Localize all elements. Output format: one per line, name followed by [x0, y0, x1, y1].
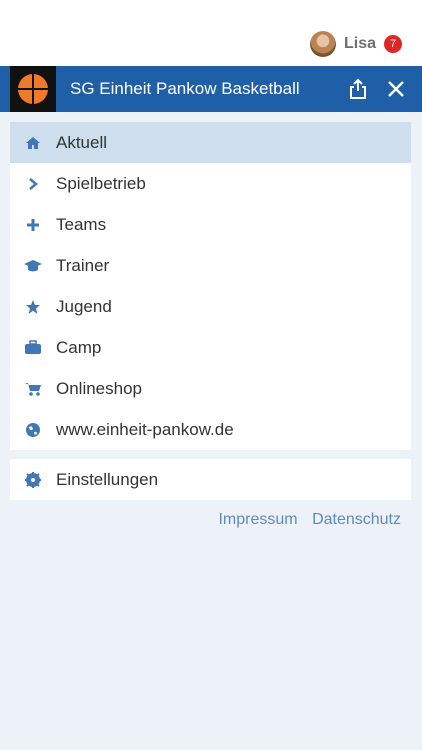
menu-item-trainer[interactable]: Trainer: [10, 245, 411, 286]
gear-icon: [10, 471, 56, 488]
briefcase-icon: [10, 340, 56, 355]
settings-item[interactable]: Einstellungen: [10, 459, 411, 500]
star-icon: [10, 299, 56, 315]
menu-label: www.einheit-pankow.de: [56, 419, 234, 439]
navigation-menu: Aktuell Spielbetrieb Teams Trainer Jugen…: [10, 122, 411, 450]
notification-badge[interactable]: 7: [384, 35, 402, 53]
graduation-cap-icon: [10, 259, 56, 273]
menu-label: Trainer: [56, 255, 110, 275]
impressum-link[interactable]: Impressum: [218, 511, 297, 528]
datenschutz-link[interactable]: Datenschutz: [312, 511, 401, 528]
share-icon[interactable]: [346, 77, 370, 101]
menu-item-teams[interactable]: Teams: [10, 204, 411, 245]
basketball-logo-icon: [18, 74, 48, 104]
username[interactable]: Lisa: [344, 35, 376, 53]
menu-label: Teams: [56, 214, 107, 234]
user-profile[interactable]: Lisa 7: [309, 30, 402, 58]
close-icon[interactable]: [384, 77, 408, 101]
menu-item-spielbetrieb[interactable]: Spielbetrieb: [10, 163, 411, 204]
menu-label: Spielbetrieb: [56, 173, 146, 193]
menu-label: Camp: [56, 337, 102, 357]
menu-item-website[interactable]: www.einheit-pankow.de: [10, 409, 411, 450]
menu-item-onlineshop[interactable]: Onlineshop: [10, 368, 411, 409]
home-icon: [10, 136, 56, 150]
page-title: SG Einheit Pankow Basketball: [70, 79, 300, 98]
globe-icon: [10, 422, 56, 438]
cart-icon: [10, 381, 56, 397]
menu-label: Aktuell: [56, 132, 108, 152]
top-bar: Lisa 7: [0, 0, 422, 66]
menu-label: Onlineshop: [56, 378, 143, 398]
settings-label: Einstellungen: [56, 469, 159, 489]
avatar[interactable]: [309, 31, 336, 57]
menu-item-jugend[interactable]: Jugend: [10, 286, 411, 327]
app-header: SG Einheit Pankow Basketball: [0, 66, 422, 112]
club-logo: [10, 66, 56, 112]
plus-icon: [10, 218, 56, 232]
chevron-right-icon: [10, 177, 56, 191]
menu-item-aktuell[interactable]: Aktuell: [10, 122, 411, 163]
menu-item-camp[interactable]: Camp: [10, 327, 411, 368]
footer-links: Impressum Datenschutz: [208, 511, 401, 529]
menu-label: Jugend: [56, 296, 112, 316]
